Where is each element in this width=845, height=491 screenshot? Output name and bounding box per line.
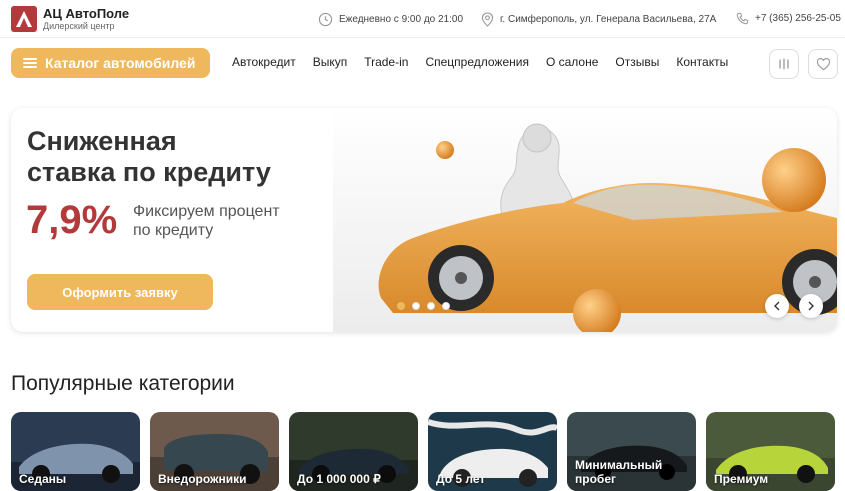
category-label: Премиум bbox=[714, 472, 769, 487]
catalog-label: Каталог автомобилей bbox=[45, 55, 196, 71]
category-card-sedans[interactable]: Седаны bbox=[11, 412, 140, 491]
apply-button[interactable]: Оформить заявку bbox=[27, 274, 213, 310]
nav-item-about[interactable]: О салоне bbox=[546, 55, 598, 69]
working-hours: Ежедневно с 9:00 до 21:00 bbox=[318, 12, 463, 27]
slider-dot[interactable] bbox=[397, 302, 405, 310]
heart-icon bbox=[816, 57, 830, 71]
nav-menu: Автокредит Выкуп Trade-in Спецпредложени… bbox=[232, 55, 728, 69]
nav-item-special-offers[interactable]: Спецпредложения bbox=[425, 55, 529, 69]
address[interactable]: г. Симферополь, ул. Генерала Васильева, … bbox=[481, 12, 716, 27]
phone-icon bbox=[736, 12, 749, 25]
compare-icon bbox=[779, 58, 789, 70]
categories-list: Седаны Внедорожники До 1 000 000 ₽ До 5 … bbox=[11, 412, 835, 491]
slider-prev-button[interactable] bbox=[765, 294, 789, 318]
category-label: До 5 лет bbox=[436, 472, 486, 487]
clock-icon bbox=[318, 12, 333, 27]
favorites-button[interactable] bbox=[808, 49, 838, 79]
slider-dot[interactable] bbox=[412, 302, 420, 310]
nav-item-contacts[interactable]: Контакты bbox=[676, 55, 728, 69]
category-card-under-1m[interactable]: До 1 000 000 ₽ bbox=[289, 412, 418, 491]
location-pin-icon bbox=[481, 12, 494, 27]
logo[interactable]: АЦ АвтоПоле Дилерский центр bbox=[11, 6, 129, 32]
hours-text: Ежедневно с 9:00 до 21:00 bbox=[339, 14, 464, 25]
category-card-under-5-years[interactable]: До 5 лет bbox=[428, 412, 557, 491]
chevron-right-icon bbox=[808, 301, 814, 311]
logo-mark-icon bbox=[11, 6, 37, 32]
top-bar: АЦ АвтоПоле Дилерский центр Ежедневно с … bbox=[0, 0, 845, 38]
categories-title: Популярные категории bbox=[11, 372, 235, 395]
category-card-low-mileage[interactable]: Минимальный пробег bbox=[567, 412, 696, 491]
main-nav: Каталог автомобилей Автокредит Выкуп Tra… bbox=[0, 40, 845, 86]
nav-item-reviews[interactable]: Отзывы bbox=[615, 55, 659, 69]
banner-headline: Сниженная ставка по кредиту bbox=[27, 126, 271, 188]
category-card-suv[interactable]: Внедорожники bbox=[150, 412, 279, 491]
phone[interactable]: +7 (365) 256-25-05 bbox=[736, 12, 841, 25]
category-label: Седаны bbox=[19, 472, 67, 487]
logo-title: АЦ АвтоПоле bbox=[43, 6, 130, 21]
slider-dot[interactable] bbox=[442, 302, 450, 310]
promo-banner[interactable]: Сниженная ставка по кредиту 7,9% Фиксиру… bbox=[11, 108, 837, 332]
phone-text: +7 (365) 256-25-05 bbox=[755, 13, 841, 24]
nav-item-autocredit[interactable]: Автокредит bbox=[232, 55, 296, 69]
nav-item-buyout[interactable]: Выкуп bbox=[313, 55, 348, 69]
compare-button[interactable] bbox=[769, 49, 799, 79]
slider-next-button[interactable] bbox=[799, 294, 823, 318]
category-label: Внедорожники bbox=[158, 472, 247, 487]
category-card-premium[interactable]: Премиум bbox=[706, 412, 835, 491]
slider-dot[interactable] bbox=[427, 302, 435, 310]
slider-dots bbox=[397, 302, 450, 310]
category-label: До 1 000 000 ₽ bbox=[297, 472, 381, 487]
logo-subtitle: Дилерский центр bbox=[43, 21, 115, 31]
burger-icon bbox=[23, 58, 37, 68]
category-label: Минимальный пробег bbox=[575, 458, 663, 487]
chevron-left-icon bbox=[774, 301, 780, 311]
catalog-button[interactable]: Каталог автомобилей bbox=[11, 48, 210, 78]
rate-value: 7,9% bbox=[26, 198, 118, 242]
rate-description: Фиксируем процент по кредиту bbox=[133, 203, 280, 240]
banner-car-image bbox=[333, 108, 837, 332]
nav-item-trade-in[interactable]: Trade-in bbox=[364, 55, 408, 69]
address-text: г. Симферополь, ул. Генерала Васильева, … bbox=[500, 14, 717, 25]
